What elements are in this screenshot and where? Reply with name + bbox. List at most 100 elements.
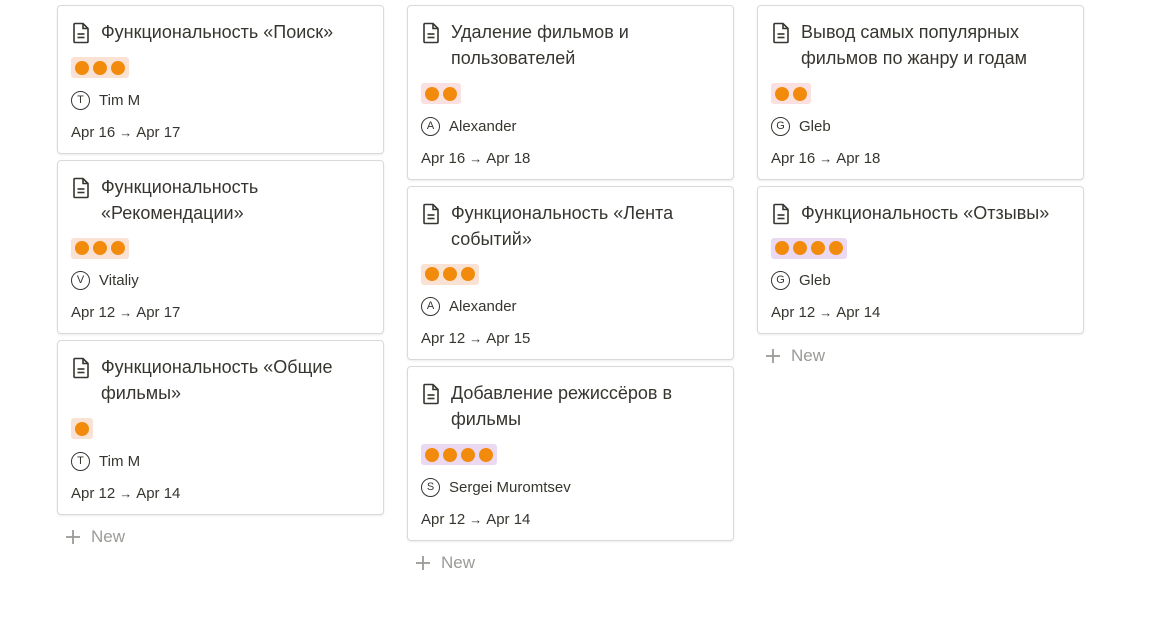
avatar: T — [71, 90, 90, 110]
card-title: Удаление фильмов и пользователей — [451, 22, 629, 68]
card-title: Функциональность «Рекомендации» — [101, 176, 259, 223]
task-card[interactable]: Функциональность «Поиск» T Tim M Apr 16 →… — [57, 5, 384, 154]
date-end: Apr 17 — [136, 123, 181, 141]
priority-dot — [75, 241, 89, 255]
priority-pill — [421, 83, 461, 104]
board-column: Функциональность «Поиск» T Tim M Apr 16 →… — [57, 5, 384, 553]
avatar: A — [421, 116, 440, 136]
date-start: Apr 12 — [421, 330, 466, 347]
priority-dot — [75, 60, 89, 75]
date-end: Apr 17 — [136, 304, 181, 321]
date-range: Apr 12 → Apr 15 — [421, 330, 720, 347]
page-icon — [423, 203, 439, 224]
priority-dot — [75, 421, 89, 436]
avatar: S — [421, 477, 440, 497]
avatar: A — [421, 297, 440, 316]
priority-pill — [71, 237, 129, 259]
priority-pill — [71, 57, 129, 78]
new-card-button[interactable]: New — [407, 547, 734, 579]
assignee: T Tim M — [71, 451, 370, 471]
priority-pill — [771, 83, 811, 104]
task-card[interactable]: Удаление фильмов и пользователей A Alexa… — [407, 5, 734, 180]
priority-dot — [829, 241, 843, 255]
task-card[interactable]: Функциональность «Отзывы» G Gleb Apr 12 →… — [757, 185, 1084, 334]
date-range: Apr 12 → Apr 17 — [71, 304, 370, 321]
priority-dot — [793, 241, 807, 255]
priority-dot — [775, 241, 789, 255]
date-end: Apr 14 — [486, 510, 531, 528]
new-label: New — [441, 552, 476, 572]
avatar: G — [771, 271, 790, 290]
date-start: Apr 16 — [421, 149, 466, 167]
page-icon — [773, 203, 789, 224]
new-label: New — [91, 526, 126, 546]
arrow: → — [469, 331, 483, 346]
priority-dot — [443, 267, 457, 281]
page-icon — [73, 177, 89, 198]
date-end: Apr 14 — [136, 484, 181, 502]
avatar: G — [771, 116, 790, 136]
board-column: Вывод самых популярных фильмов по жанру … — [757, 5, 1084, 372]
assignee: V Vitaliy — [71, 271, 370, 290]
assignee-name: Alexander — [449, 298, 517, 315]
plus-icon — [66, 529, 80, 544]
arrow: → — [119, 305, 133, 320]
assignee: G Gleb — [771, 116, 1070, 136]
priority-dot — [443, 86, 457, 101]
date-range: Apr 12 → Apr 14 — [421, 511, 720, 528]
new-card-button[interactable]: New — [757, 340, 1084, 372]
priority-dot — [93, 241, 107, 255]
priority-dot — [461, 447, 475, 462]
new-card-button[interactable]: New — [57, 521, 384, 553]
date-start: Apr 12 — [71, 484, 116, 502]
date-end: Apr 18 — [486, 149, 531, 167]
plus-icon — [416, 555, 430, 570]
date-start: Apr 12 — [771, 304, 816, 321]
assignee-name: Vitaliy — [99, 272, 139, 289]
card-title: Вывод самых популярных фильмов по жанру … — [801, 22, 1027, 68]
priority-pill — [71, 418, 93, 439]
arrow: → — [469, 511, 483, 527]
assignee-name: Gleb — [799, 117, 831, 135]
page-icon — [73, 22, 89, 44]
date-range: Apr 16 → Apr 18 — [421, 150, 720, 167]
priority-dot — [111, 241, 125, 255]
priority-dot — [443, 447, 457, 462]
new-label: New — [791, 346, 826, 365]
task-card[interactable]: Функциональность «Общие фильмы» T Tim M … — [57, 340, 384, 515]
assignee: A Alexander — [421, 297, 720, 316]
priority-dot — [111, 60, 125, 75]
avatar: V — [71, 271, 90, 290]
plus-icon — [766, 349, 780, 363]
task-card[interactable]: Вывод самых популярных фильмов по жанру … — [757, 5, 1084, 180]
date-range: Apr 16 → Apr 18 — [771, 150, 1070, 167]
card-title: Функциональность «Общие фильмы» — [101, 357, 333, 403]
task-card[interactable]: Функциональность «Лента событий» A Alexa… — [407, 185, 734, 360]
date-range: Apr 12 → Apr 14 — [71, 485, 370, 502]
page-icon — [423, 22, 439, 44]
card-title: Функциональность «Отзывы» — [801, 202, 1050, 223]
assignee: G Gleb — [771, 271, 1070, 290]
arrow: → — [119, 485, 133, 501]
date-end: Apr 18 — [836, 149, 881, 167]
date-start: Apr 16 — [771, 149, 816, 167]
arrow: → — [819, 150, 833, 166]
task-card[interactable]: Функциональность «Рекомендации» V Vitali… — [57, 159, 384, 334]
card-title: Функциональность «Лента событий» — [451, 202, 674, 249]
date-start: Apr 16 — [71, 123, 116, 141]
card-title: Добавление режиссёров в фильмы — [451, 383, 673, 429]
assignee-name: Alexander — [449, 117, 517, 135]
priority-dot — [425, 86, 439, 101]
priority-dot — [93, 60, 107, 75]
priority-dot — [425, 447, 439, 462]
page-icon — [773, 22, 789, 44]
arrow: → — [119, 124, 133, 140]
task-card[interactable]: Добавление режиссёров в фильмы S Sergei … — [407, 366, 734, 541]
assignee-name: Sergei Muromtsev — [449, 478, 571, 496]
assignee-name: Tim M — [99, 91, 141, 109]
date-end: Apr 14 — [836, 304, 881, 321]
priority-dot — [793, 86, 807, 101]
assignee: T Tim M — [71, 90, 370, 110]
arrow: → — [819, 305, 833, 320]
avatar: T — [71, 451, 90, 471]
